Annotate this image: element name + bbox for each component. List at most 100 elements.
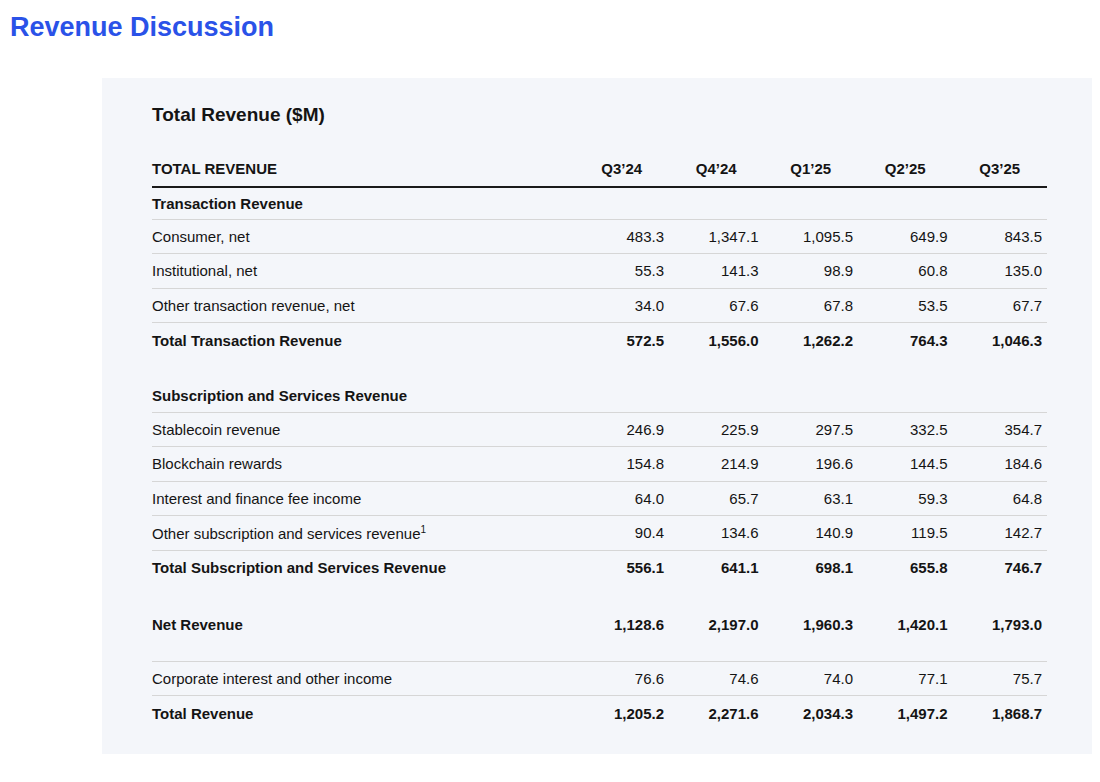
row-label: Net Revenue	[152, 608, 575, 643]
table-row: Interest and finance fee income64.065.76…	[152, 481, 1047, 516]
value-cell: 483.3	[575, 219, 670, 254]
value-cell	[575, 187, 670, 219]
value-cell: 1,205.2	[575, 696, 670, 731]
row-label: Total Transaction Revenue	[152, 323, 575, 358]
table-row: Blockchain rewards154.8214.9196.6144.518…	[152, 447, 1047, 482]
value-cell: 214.9	[669, 447, 764, 482]
value-cell: 698.1	[764, 550, 859, 585]
spacer-cell	[152, 357, 1047, 380]
value-cell: 1,868.7	[953, 696, 1048, 731]
row-label: Blockchain rewards	[152, 447, 575, 482]
value-cell: 556.1	[575, 550, 670, 585]
value-cell: 98.9	[764, 254, 859, 289]
value-cell: 1,347.1	[669, 219, 764, 254]
value-cell	[575, 380, 670, 412]
value-cell: 74.6	[669, 661, 764, 696]
column-header: Q1’25	[764, 144, 859, 187]
total-row: Total Revenue1,205.22,271.62,034.31,497.…	[152, 696, 1047, 731]
total-row: Total Subscription and Services Revenue5…	[152, 550, 1047, 585]
value-cell: 1,793.0	[953, 608, 1048, 643]
value-cell: 67.6	[669, 288, 764, 323]
spacer-row	[152, 357, 1047, 380]
table-body: Transaction RevenueConsumer, net483.31,3…	[152, 187, 1047, 730]
revenue-table: TOTAL REVENUEQ3’24Q4’24Q1’25Q2’25Q3’25 T…	[152, 144, 1047, 730]
value-cell: 354.7	[953, 412, 1048, 447]
value-cell: 75.7	[953, 661, 1048, 696]
value-cell: 225.9	[669, 412, 764, 447]
value-cell	[953, 187, 1048, 219]
value-cell: 76.6	[575, 661, 670, 696]
spacer-row	[152, 585, 1047, 608]
value-cell: 2,034.3	[764, 696, 859, 731]
row-label: Total Revenue	[152, 696, 575, 731]
table-row: Other transaction revenue, net34.067.667…	[152, 288, 1047, 323]
value-cell: 1,420.1	[858, 608, 953, 643]
row-label: Transaction Revenue	[152, 187, 575, 219]
value-cell: 297.5	[764, 412, 859, 447]
column-header: Q3’24	[575, 144, 670, 187]
value-cell	[669, 380, 764, 412]
column-header: Q2’25	[858, 144, 953, 187]
value-cell: 144.5	[858, 447, 953, 482]
value-cell: 641.1	[669, 550, 764, 585]
value-cell: 119.5	[858, 516, 953, 551]
revenue-table-card: Total Revenue ($M) TOTAL REVENUEQ3’24Q4’…	[102, 78, 1092, 754]
value-cell: 60.8	[858, 254, 953, 289]
value-cell: 53.5	[858, 288, 953, 323]
row-label: Institutional, net	[152, 254, 575, 289]
page-title: Revenue Discussion	[10, 11, 274, 43]
value-cell: 2,271.6	[669, 696, 764, 731]
value-cell: 764.3	[858, 323, 953, 358]
value-cell: 1,556.0	[669, 323, 764, 358]
value-cell: 63.1	[764, 481, 859, 516]
value-cell: 67.8	[764, 288, 859, 323]
value-cell: 154.8	[575, 447, 670, 482]
value-cell	[858, 380, 953, 412]
value-cell: 1,046.3	[953, 323, 1048, 358]
value-cell: 746.7	[953, 550, 1048, 585]
value-cell: 65.7	[669, 481, 764, 516]
row-label: Subscription and Services Revenue	[152, 380, 575, 412]
table-row: Consumer, net483.31,347.11,095.5649.9843…	[152, 219, 1047, 254]
value-cell	[669, 187, 764, 219]
total-row: Total Transaction Revenue572.51,556.01,2…	[152, 323, 1047, 358]
spacer-cell	[152, 585, 1047, 608]
section-header-row: Subscription and Services Revenue	[152, 380, 1047, 412]
row-label: Stablecoin revenue	[152, 412, 575, 447]
value-cell: 1,960.3	[764, 608, 859, 643]
table-row: Other subscription and services revenue1…	[152, 516, 1047, 551]
value-cell: 184.6	[953, 447, 1048, 482]
value-cell	[858, 187, 953, 219]
value-cell: 1,095.5	[764, 219, 859, 254]
value-cell: 90.4	[575, 516, 670, 551]
value-cell	[764, 380, 859, 412]
row-label: Other subscription and services revenue1	[152, 516, 575, 551]
value-cell: 64.8	[953, 481, 1048, 516]
value-cell: 77.1	[858, 661, 953, 696]
row-label: Other transaction revenue, net	[152, 288, 575, 323]
value-cell: 64.0	[575, 481, 670, 516]
value-cell: 649.9	[858, 219, 953, 254]
value-cell: 59.3	[858, 481, 953, 516]
row-label: Interest and finance fee income	[152, 481, 575, 516]
value-cell: 2,197.0	[669, 608, 764, 643]
value-cell: 246.9	[575, 412, 670, 447]
value-cell: 141.3	[669, 254, 764, 289]
value-cell: 67.7	[953, 288, 1048, 323]
column-header: Q3’25	[953, 144, 1048, 187]
value-cell: 655.8	[858, 550, 953, 585]
table-row: Institutional, net55.3141.398.960.8135.0	[152, 254, 1047, 289]
value-cell: 1,497.2	[858, 696, 953, 731]
spacer-cell	[152, 642, 1047, 661]
value-cell: 572.5	[575, 323, 670, 358]
value-cell: 134.6	[669, 516, 764, 551]
table-row: Corporate interest and other income76.67…	[152, 661, 1047, 696]
spacer-row	[152, 642, 1047, 661]
value-cell	[953, 380, 1048, 412]
row-label: Corporate interest and other income	[152, 661, 575, 696]
value-cell: 332.5	[858, 412, 953, 447]
column-header: Q4’24	[669, 144, 764, 187]
row-label: Consumer, net	[152, 219, 575, 254]
row-label: Total Subscription and Services Revenue	[152, 550, 575, 585]
value-cell: 74.0	[764, 661, 859, 696]
